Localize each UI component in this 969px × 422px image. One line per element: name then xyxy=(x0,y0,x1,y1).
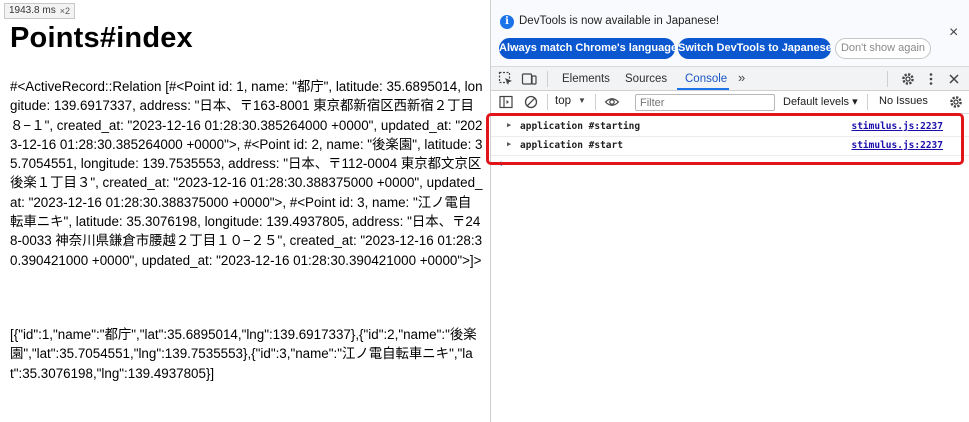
always-match-language-button[interactable]: Always match Chrome's language xyxy=(499,38,677,59)
devtools-tabbar: Elements Sources Console » xyxy=(491,67,969,91)
timing-value: 1943.8 ms xyxy=(9,5,56,16)
chevron-down-icon[interactable]: ▼ xyxy=(578,96,586,105)
tab-console[interactable]: Console xyxy=(685,67,727,90)
json-dump: [{"id":1,"name":"都庁","lat":35.6895014,"l… xyxy=(10,327,477,381)
dont-show-again-button[interactable]: Don't show again xyxy=(835,38,931,59)
console-toolbar: top ▼ Default levels ▾ No Issues xyxy=(491,91,969,114)
log-source-link[interactable]: stimulus.js:2237 xyxy=(851,121,943,132)
tab-elements[interactable]: Elements xyxy=(562,67,610,90)
sidebar-toggle-icon[interactable] xyxy=(498,94,514,110)
context-selector[interactable]: top xyxy=(555,95,571,107)
kebab-menu-icon[interactable] xyxy=(923,71,939,87)
clear-console-icon[interactable] xyxy=(523,94,539,110)
filter-input[interactable] xyxy=(635,94,775,111)
info-icon: i xyxy=(500,15,514,29)
eye-icon[interactable] xyxy=(604,94,620,110)
console-log-row[interactable]: ▶ application #start stimulus.js:2237 xyxy=(491,137,969,156)
active-tab-indicator xyxy=(677,88,729,90)
tab-separator xyxy=(547,71,548,87)
log-source-link[interactable]: stimulus.js:2237 xyxy=(851,140,943,151)
console-output: ▶ application #starting stimulus.js:2237… xyxy=(486,113,969,422)
page-viewport: 1943.8 ms ×2 Points#index #<ActiveRecord… xyxy=(0,0,490,422)
console-settings-gear-icon[interactable] xyxy=(948,94,964,110)
toolbar-separator xyxy=(595,94,596,110)
issues-button[interactable]: No Issues xyxy=(879,95,928,107)
page-title: Points#index xyxy=(10,22,193,54)
banner-message: DevTools is now available in Japanese! xyxy=(519,15,720,27)
close-devtools-icon[interactable] xyxy=(946,71,962,87)
switch-to-japanese-button[interactable]: Switch DevTools to Japanese xyxy=(678,38,832,59)
language-banner: i DevTools is now available in Japanese!… xyxy=(491,0,969,67)
expand-arrow-icon[interactable]: ▶ xyxy=(507,121,511,129)
device-toolbar-icon[interactable] xyxy=(521,71,537,87)
console-log-row[interactable]: ▶ application #starting stimulus.js:2237 xyxy=(491,118,969,137)
log-message: application #starting xyxy=(520,121,641,132)
timing-badge: 1943.8 ms ×2 xyxy=(4,3,75,19)
tab-separator xyxy=(887,71,888,87)
devtools-panel: i DevTools is now available in Japanese!… xyxy=(486,0,969,422)
more-tabs-icon[interactable]: » xyxy=(738,70,745,85)
close-icon[interactable]: × xyxy=(949,25,958,41)
log-message: application #start xyxy=(520,140,623,151)
toolbar-separator xyxy=(547,94,548,110)
default-levels-dropdown[interactable]: Default levels ▾ xyxy=(783,95,858,108)
toolbar-separator xyxy=(867,94,868,110)
relation-dump: #<ActiveRecord::Relation [#<Point id: 1,… xyxy=(10,79,483,268)
expand-arrow-icon[interactable]: ▶ xyxy=(507,140,511,148)
gear-icon[interactable] xyxy=(900,71,916,87)
inspect-element-icon[interactable] xyxy=(498,71,514,87)
console-prompt[interactable]: › xyxy=(500,158,504,170)
timing-multiplier[interactable]: ×2 xyxy=(60,4,70,18)
tab-sources[interactable]: Sources xyxy=(625,67,667,90)
